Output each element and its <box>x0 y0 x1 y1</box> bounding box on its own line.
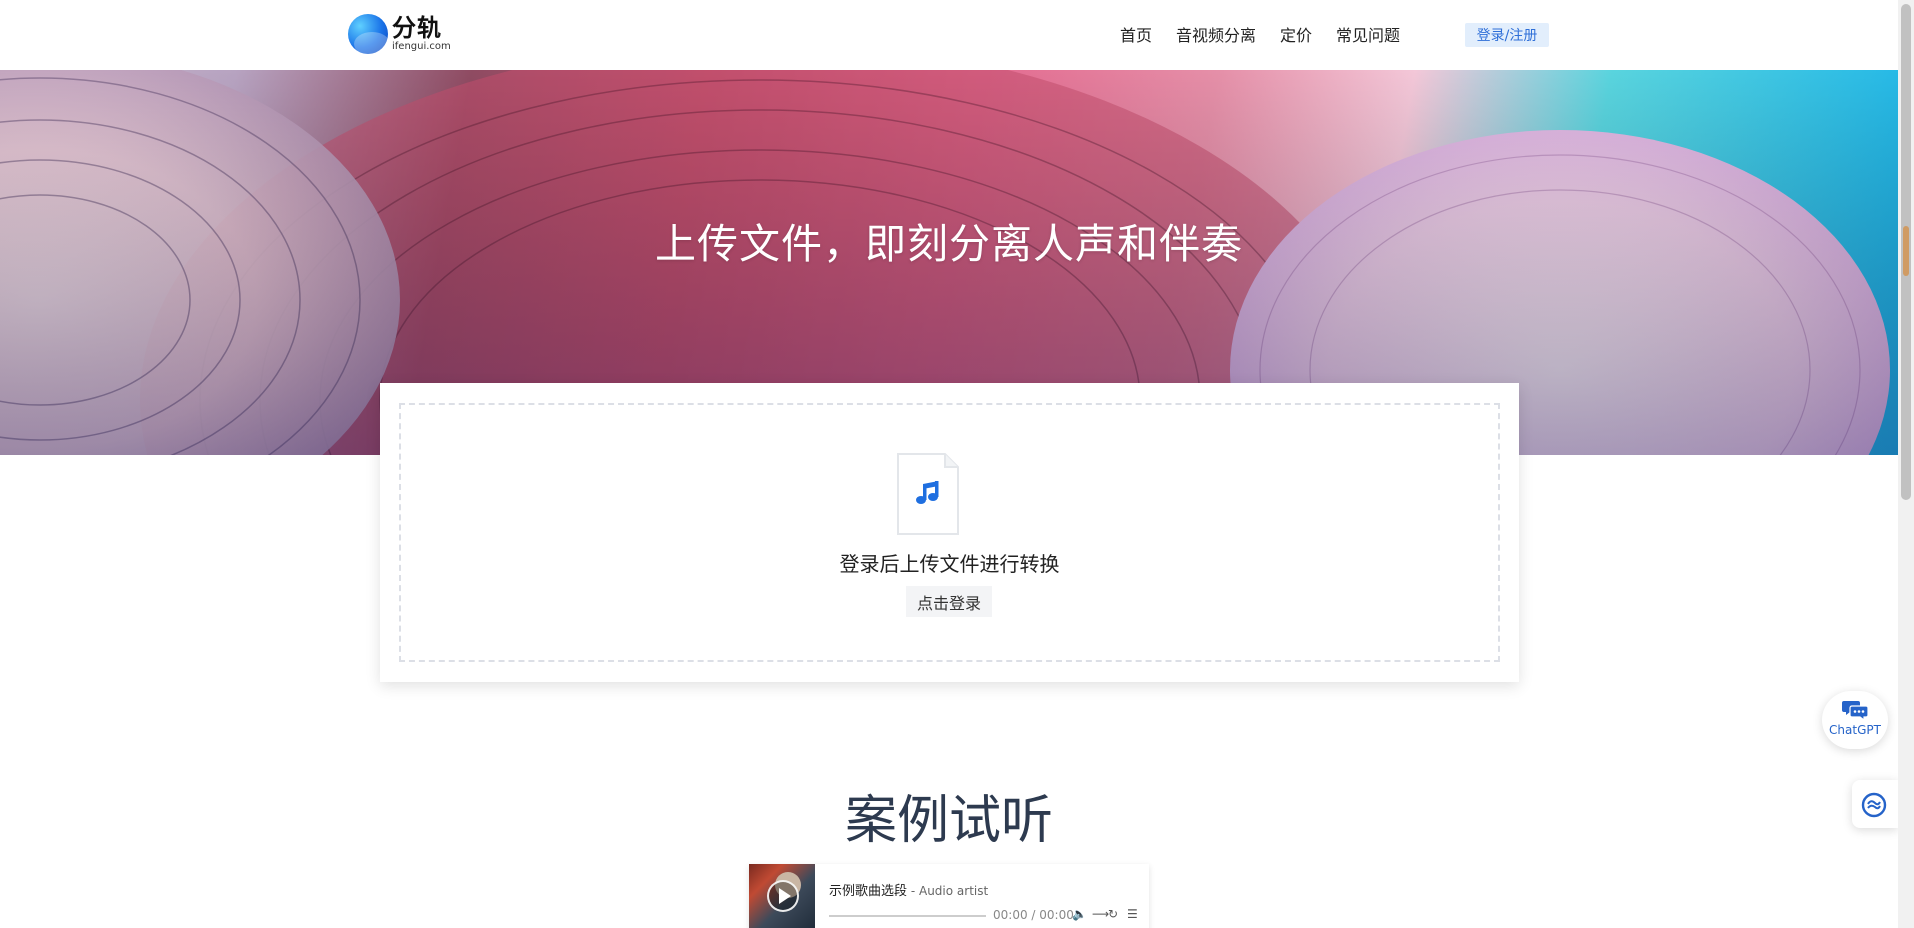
logo-domain: ifengui.com <box>392 41 451 52</box>
top-header: 分轨 ifengui.com 首页 音视频分离 定价 常见问题 登录/注册 <box>0 0 1898 70</box>
logo-text: 分轨 ifengui.com <box>392 16 451 52</box>
nav-pricing[interactable]: 定价 <box>1280 22 1312 46</box>
chatgpt-button[interactable]: ChatGPT <box>1822 691 1888 749</box>
audio-player: 示例歌曲选段 - Audio artist 00:00 / 00:00 🔈 ⟶ … <box>749 864 1149 928</box>
song-artist: Audio artist <box>918 884 989 898</box>
click-login-button[interactable]: 点击登录 <box>906 586 992 617</box>
upload-prompt: 登录后上传文件进行转换 <box>839 552 1060 576</box>
translate-icon <box>1861 792 1887 818</box>
time-display: 00:00 / 00:00 <box>993 908 1074 922</box>
logo-icon <box>348 14 388 54</box>
page: 分轨 ifengui.com 首页 音视频分离 定价 常见问题 登录/注册 上传… <box>0 0 1914 928</box>
order-icon[interactable]: ⟶ <box>1092 907 1109 921</box>
nav-separation[interactable]: 音视频分离 <box>1176 22 1256 46</box>
music-file-icon <box>897 453 959 535</box>
main-nav: 首页 音视频分离 定价 常见问题 <box>1120 22 1424 46</box>
nav-home[interactable]: 首页 <box>1120 22 1152 46</box>
translate-side-button[interactable] <box>1852 780 1898 828</box>
loop-icon[interactable]: ↻ <box>1108 907 1118 921</box>
song-separator: - <box>907 884 919 898</box>
login-register-button[interactable]: 登录/注册 <box>1465 23 1549 47</box>
chatgpt-label: ChatGPT <box>1829 723 1881 737</box>
chat-bubbles-icon <box>1842 701 1868 721</box>
page-scrollbar[interactable] <box>1898 0 1914 928</box>
site-logo[interactable]: 分轨 ifengui.com <box>348 14 451 54</box>
scrollbar-thumb[interactable] <box>1901 4 1911 500</box>
song-title: 示例歌曲选段 <box>829 884 908 899</box>
album-cover <box>749 864 815 928</box>
nav-faq[interactable]: 常见问题 <box>1336 22 1400 46</box>
hero-title: 上传文件，即刻分离人声和伴奏 <box>655 220 1243 268</box>
playlist-icon[interactable]: ☰ <box>1127 907 1138 921</box>
logo-name: 分轨 <box>392 14 442 42</box>
volume-icon[interactable]: 🔈 <box>1072 907 1087 921</box>
samples-title: 案例试听 <box>844 791 1053 851</box>
play-button[interactable] <box>767 880 799 912</box>
progress-bar[interactable] <box>829 915 986 917</box>
song-info: 示例歌曲选段 - Audio artist <box>829 880 988 899</box>
